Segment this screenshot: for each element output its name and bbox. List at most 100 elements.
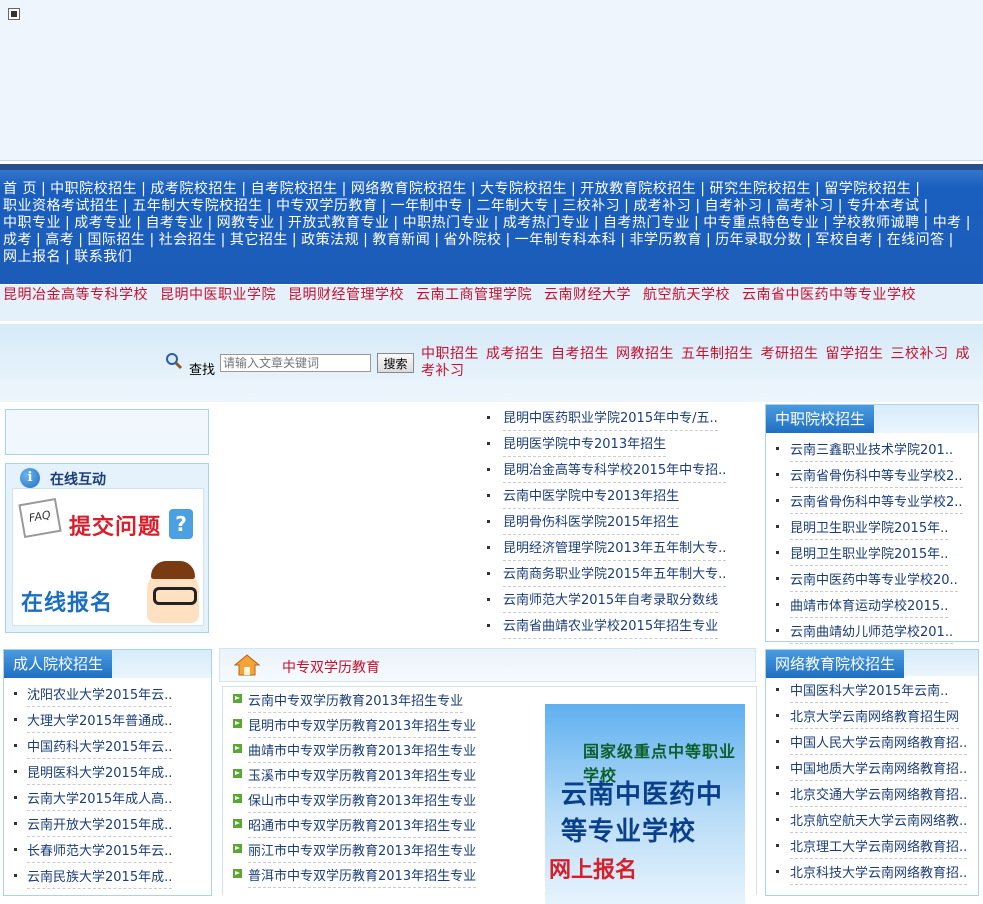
list-link[interactable]: 云南省骨伤科中等专业学校2..: [790, 465, 963, 488]
school-link[interactable]: 航空航天学校: [643, 287, 730, 303]
news-link[interactable]: 昆明医学院中专2013年招生: [503, 433, 667, 457]
nav-link[interactable]: 成考院校招生: [150, 181, 237, 197]
nav-link[interactable]: 网上报名: [3, 249, 61, 265]
nav-link[interactable]: 高考补习: [776, 198, 834, 214]
nav-link[interactable]: 学校教师诚聘: [832, 215, 919, 231]
nav-link[interactable]: 开放式教育专业: [288, 215, 390, 231]
list-link[interactable]: 北京大学云南网络教育招生网: [790, 706, 960, 729]
nav-link[interactable]: 网络教育院校招生: [351, 181, 467, 197]
list-link[interactable]: 丽江市中专双学历教育2013年招生专业: [248, 840, 477, 863]
nav-link[interactable]: 其它招生: [230, 232, 288, 248]
list-link[interactable]: 云南民族大学2015年成..: [27, 866, 173, 889]
nav-link[interactable]: 成考: [3, 232, 32, 248]
list-link[interactable]: 云南中医药中等专业学校20..: [790, 569, 958, 592]
list-link[interactable]: 北京科技大学云南网络教育招..: [790, 862, 968, 885]
nav-link[interactable]: 高考: [45, 232, 74, 248]
search-button[interactable]: 搜索: [377, 353, 414, 373]
school-link[interactable]: 云南省中医药中等专业学校: [742, 287, 916, 303]
news-link[interactable]: 昆明经济管理学院2013年五年制大专..: [503, 537, 727, 561]
list-link[interactable]: 昆明卫生职业学院2015年..: [790, 543, 949, 566]
nav-link[interactable]: 社会招生: [159, 232, 217, 248]
list-link[interactable]: 北京理工大学云南网络教育招..: [790, 836, 968, 859]
nav-link[interactable]: 开放教育院校招生: [580, 181, 696, 197]
search-input[interactable]: [220, 354, 371, 372]
list-link[interactable]: 昆明市中专双学历教育2013年招生专业: [248, 715, 477, 738]
nav-link[interactable]: 中职热门专业: [403, 215, 490, 231]
nav-link[interactable]: 非学历教育: [629, 232, 702, 248]
nav-link[interactable]: 中专双学历教育: [276, 198, 378, 214]
list-link[interactable]: 云南三鑫职业技术学院201..: [790, 439, 954, 462]
list-link[interactable]: 曲靖市体育运动学校2015..: [790, 595, 949, 618]
news-link[interactable]: 云南中医学院中专2013年招生: [503, 485, 680, 509]
list-link[interactable]: 昆明卫生职业学院2015年..: [790, 517, 949, 540]
list-link[interactable]: 昭通市中专双学历教育2013年招生专业: [248, 815, 477, 838]
nav-link[interactable]: 省外院校: [444, 232, 502, 248]
nav-link[interactable]: 联系我们: [74, 249, 132, 265]
nav-link[interactable]: 研究生院校招生: [709, 181, 811, 197]
school-advert-image[interactable]: 国家级重点中等职业学校 云南中医药中等专业学校 网上报名: [545, 704, 745, 904]
news-link[interactable]: 昆明骨伤科医学院2015年招生: [503, 511, 680, 535]
nav-link[interactable]: 教育新闻: [372, 232, 430, 248]
nav-link[interactable]: 留学院校招生: [824, 181, 911, 197]
list-link[interactable]: 云南中专双学历教育2013年招生专业: [248, 690, 464, 713]
nav-link[interactable]: 军校自考: [815, 232, 873, 248]
nav-link[interactable]: 历年录取分数: [715, 232, 802, 248]
nav-link[interactable]: 自考补习: [705, 198, 763, 214]
school-link[interactable]: 昆明中医职业学院: [160, 287, 276, 303]
school-link[interactable]: 昆明冶金高等专科学校: [3, 287, 148, 303]
list-link[interactable]: 普洱市中专双学历教育2013年招生专业: [248, 865, 477, 888]
list-link[interactable]: 昆明医科大学2015年成..: [27, 762, 173, 785]
submit-question-link[interactable]: 提交问题: [69, 509, 161, 541]
list-link[interactable]: 中国地质大学云南网络教育招..: [790, 758, 968, 781]
news-link[interactable]: 云南师范大学2015年自考录取分数线: [503, 589, 719, 613]
nav-link[interactable]: 一年制专科本科: [515, 232, 617, 248]
list-link[interactable]: 沈阳农业大学2015年云..: [27, 684, 173, 707]
list-link[interactable]: 云南开放大学2015年成..: [27, 814, 173, 837]
list-link[interactable]: 云南曲靖幼儿师范学校201..: [790, 621, 954, 644]
nav-link[interactable]: 五年制大专院校招生: [132, 198, 263, 214]
quick-link[interactable]: 留学招生: [826, 346, 884, 362]
nav-link[interactable]: 大专院校招生: [480, 181, 567, 197]
list-link[interactable]: 中国人民大学云南网络教育招..: [790, 732, 968, 755]
nav-link[interactable]: 中职院校招生: [50, 181, 137, 197]
school-link[interactable]: 云南工商管理学院: [416, 287, 532, 303]
quick-link[interactable]: 网教招生: [616, 346, 674, 362]
list-link[interactable]: 北京交通大学云南网络教育招..: [790, 784, 968, 807]
quick-link[interactable]: 三校补习: [891, 346, 949, 362]
nav-link[interactable]: 在线问答: [887, 232, 945, 248]
quick-link[interactable]: 五年制招生: [681, 346, 754, 362]
quick-link[interactable]: 自考招生: [551, 346, 609, 362]
news-link[interactable]: 云南省曲靖农业学校2015年招生专业: [503, 615, 719, 639]
list-link[interactable]: 大理大学2015年普通成..: [27, 710, 173, 733]
list-link[interactable]: 长春师范大学2015年云..: [27, 840, 173, 863]
nav-link[interactable]: 二年制大专: [476, 198, 549, 214]
nav-link[interactable]: 中考: [933, 215, 962, 231]
nav-link[interactable]: 一年制中专: [391, 198, 464, 214]
nav-link[interactable]: 三校补习: [562, 198, 620, 214]
nav-link[interactable]: 成考专业: [74, 215, 132, 231]
nav-link[interactable]: 专升本考试: [847, 198, 920, 214]
online-register-link[interactable]: 在线报名: [21, 585, 113, 617]
quick-link[interactable]: 成考招生: [486, 346, 544, 362]
nav-link[interactable]: 自考专业: [145, 215, 203, 231]
school-link[interactable]: 昆明财经管理学校: [288, 287, 404, 303]
nav-link[interactable]: 自考院校招生: [251, 181, 338, 197]
list-link[interactable]: 中国药科大学2015年云..: [27, 736, 173, 759]
list-link[interactable]: 中国医科大学2015年云南..: [790, 680, 949, 703]
nav-link[interactable]: 国际招生: [87, 232, 145, 248]
list-link[interactable]: 曲靖市中专双学历教育2013年招生专业: [248, 740, 477, 763]
list-link[interactable]: 云南省骨伤科中等专业学校2..: [790, 491, 963, 514]
nav-link[interactable]: 网教专业: [217, 215, 275, 231]
quick-link[interactable]: 考研招生: [761, 346, 819, 362]
quick-link[interactable]: 中职招生: [421, 346, 479, 362]
nav-link[interactable]: 成考补习: [633, 198, 691, 214]
list-link[interactable]: 玉溪市中专双学历教育2013年招生专业: [248, 765, 477, 788]
nav-link[interactable]: 首 页: [3, 181, 37, 197]
list-link[interactable]: 云南大学2015年成人高..: [27, 788, 173, 811]
list-link[interactable]: 保山市中专双学历教育2013年招生专业: [248, 790, 477, 813]
news-link[interactable]: 云南商务职业学院2015年五年制大专..: [503, 563, 727, 587]
nav-link[interactable]: 中职专业: [3, 215, 61, 231]
list-link[interactable]: 北京航空航天大学云南网络教..: [790, 810, 968, 833]
news-link[interactable]: 昆明中医药职业学院2015年中专/五..: [503, 407, 718, 431]
nav-link[interactable]: 职业资格考试招生: [3, 198, 119, 214]
